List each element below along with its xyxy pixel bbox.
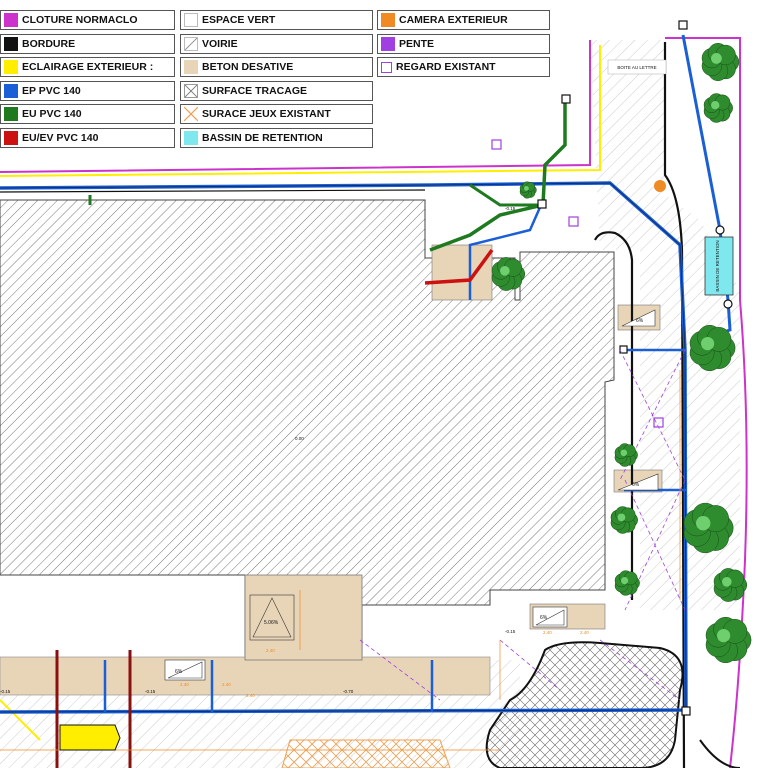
legend-label: BETON DESATIVE — [202, 61, 294, 73]
legend-item-regard-existant: REGARD EXISTANT — [377, 57, 550, 77]
surface-jeux-existant — [281, 739, 451, 769]
legend-swatch — [4, 83, 18, 98]
legend-swatch — [184, 60, 198, 74]
legend-label: CLOTURE NORMACLO — [22, 14, 138, 26]
svg-text:5.06%: 5.06% — [264, 620, 279, 626]
curb-island — [699, 739, 741, 769]
legend-swatch — [4, 130, 18, 145]
tree-10 — [705, 616, 752, 664]
svg-text:-0.15: -0.15 — [505, 206, 516, 211]
legend-item-eclairage-exterieur: ECLAIRAGE EXTERIEUR : — [0, 57, 175, 77]
svg-text:2.40: 2.40 — [222, 682, 231, 687]
tree-2 — [703, 93, 733, 123]
svg-text:-0.70: -0.70 — [343, 689, 354, 694]
legend-item-bassin-de-retention: BASSIN DE RETENTION — [180, 127, 373, 148]
svg-text:6%: 6% — [540, 615, 548, 621]
legend-swatch — [4, 60, 18, 74]
svg-text:2.40: 2.40 — [580, 630, 589, 635]
legend-swatch — [381, 13, 395, 27]
svg-text:-0.15: -0.15 — [145, 689, 156, 694]
legend-label: CAMERA EXTERIEUR — [399, 14, 508, 26]
svg-text:-0.15: -0.15 — [0, 689, 11, 694]
legend-item-camera-exterieur: CAMERA EXTERIEUR — [377, 10, 550, 30]
curb-top-row — [0, 189, 426, 193]
legend-label: EU/EV PVC 140 — [22, 131, 99, 144]
legend-item-surface-tracage: SURFACE TRACAGE — [180, 80, 373, 101]
legend-label: ECLAIRAGE EXTERIEUR : — [22, 61, 154, 73]
legend-swatch — [184, 130, 198, 145]
legend-label: VOIRIE — [202, 37, 238, 50]
camera-exterieur — [654, 180, 666, 192]
legend-label: EU PVC 140 — [22, 108, 82, 120]
tree-3 — [491, 257, 526, 291]
legend-swatch — [4, 13, 18, 27]
legend-item-espace-vert: ESPACE VERT — [180, 10, 373, 30]
legend-label: EP PVC 140 — [22, 84, 81, 97]
tree-11 — [519, 181, 537, 199]
svg-text:2.40: 2.40 — [246, 693, 255, 698]
site-plan: BASSIN DE RETENTION BOITE AU LETTRE 6% 5… — [0, 0, 768, 769]
svg-text:6%: 6% — [632, 482, 640, 488]
legend-label: SURACE JEUX EXISTANT — [202, 108, 331, 120]
legend: CLOTURE NORMACLO BORDURE ECLAIRAGE EXTERIE… — [0, 0, 560, 150]
legend-swatch — [184, 83, 198, 98]
svg-text:6%: 6% — [175, 669, 183, 675]
regard-existant-2 — [568, 216, 579, 227]
legend-item-ep-pvc-140: EP PVC 140 — [0, 80, 175, 101]
legend-swatch — [4, 107, 18, 121]
legend-label: SURFACE TRACAGE — [202, 84, 308, 97]
legend-item-eu-pvc-140: EU PVC 140 — [0, 104, 175, 124]
svg-text:2.40: 2.40 — [180, 682, 189, 687]
legend-item-beton-desative: BETON DESATIVE — [180, 57, 373, 77]
legend-swatch — [4, 36, 18, 51]
svg-text:BASSIN DE RETENTION: BASSIN DE RETENTION — [715, 240, 720, 291]
legend-item-voirie: VOIRIE — [180, 33, 373, 54]
legend-item-eu-ev-pvc-140: EU/EV PVC 140 — [0, 127, 175, 148]
svg-text:6%: 6% — [636, 318, 644, 324]
legend-label: ESPACE VERT — [202, 14, 276, 26]
legend-swatch — [381, 36, 395, 51]
legend-swatch — [381, 61, 392, 73]
concrete-strip-bottom — [0, 656, 491, 696]
legend-label: REGARD EXISTANT — [396, 61, 496, 73]
slope-marker-3: 6% — [532, 606, 568, 628]
svg-text:0.00: 0.00 — [295, 436, 304, 441]
legend-label: BORDURE — [22, 37, 76, 50]
legend-item-cloture-normaclo: CLOTURE NORMACLO — [0, 10, 175, 30]
tree-7 — [610, 506, 638, 534]
legend-item-pente: PENTE — [377, 33, 550, 54]
legend-swatch — [184, 13, 198, 27]
legend-swatch — [184, 107, 198, 121]
legend-label: BASSIN DE RETENTION — [202, 131, 323, 144]
legend-label: PENTE — [399, 37, 435, 50]
svg-text:-0.15: -0.15 — [505, 629, 516, 634]
tree-5 — [614, 443, 638, 467]
svg-text:2.40: 2.40 — [543, 630, 552, 635]
concrete-small-block — [431, 244, 493, 301]
svg-text:2.40: 2.40 — [266, 648, 275, 653]
tree-1 — [701, 43, 740, 81]
tree-9 — [713, 568, 748, 602]
play-shape — [59, 724, 121, 751]
svg-text:BOITE AU LETTRE: BOITE AU LETTRE — [617, 65, 656, 70]
legend-item-surace-jeux-existant: SURACE JEUX EXISTANT — [180, 104, 373, 124]
tree-8 — [614, 570, 640, 596]
slope-marker-1: 6% — [164, 659, 206, 681]
legend-swatch — [184, 36, 198, 51]
legend-item-bordure: BORDURE — [0, 33, 175, 54]
